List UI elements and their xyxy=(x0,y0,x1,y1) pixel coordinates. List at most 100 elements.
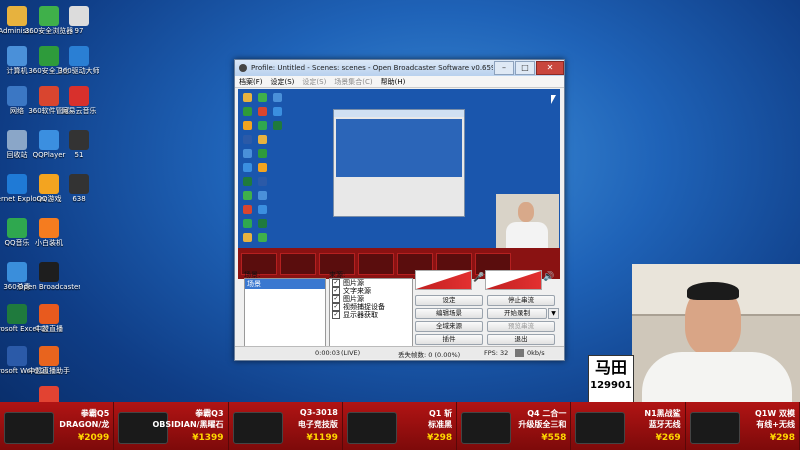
joystick-icon xyxy=(689,412,740,444)
ticker-product-name: 拳霸Q5 xyxy=(80,409,110,418)
menu-settings[interactable]: 设定(S) xyxy=(271,77,295,87)
nested-obs-window xyxy=(333,109,465,217)
product-ticker: 拳霸Q5 DRAGON/龙 ¥2099 拳霸Q3 OBSIDIAN/黑曜石 ¥1399 Q3… xyxy=(0,402,800,450)
obs-titlebar[interactable]: Profile: Untitled - Scenes: scenes - Ope… xyxy=(235,60,564,76)
edit-scene-button[interactable]: 编辑场景 xyxy=(415,308,483,319)
preview-desktop-icon xyxy=(243,121,252,130)
microphone-icon[interactable]: 🎤 xyxy=(473,273,484,283)
desktop-icon-label: Open Broadcaster... xyxy=(18,283,80,291)
app-icon xyxy=(39,262,59,282)
desktop-icon[interactable]: 中盟直播 xyxy=(18,304,80,333)
menu-scene-collection[interactable]: 场景集合(C) xyxy=(334,77,372,87)
desktop-icon-label: 638 xyxy=(72,195,86,203)
app-icon xyxy=(39,218,59,238)
joystick-icon xyxy=(4,412,54,444)
ticker-product-subtitle: DRAGON/龙 xyxy=(59,420,110,429)
menu-settings-2[interactable]: 设定(S) xyxy=(302,77,326,87)
obs-title: Profile: Untitled - Scenes: scenes - Ope… xyxy=(251,64,493,72)
desktop-icon[interactable]: 小白装机 xyxy=(18,218,80,247)
menu-help[interactable]: 帮助(H) xyxy=(381,77,406,87)
scene-list[interactable]: 场景 xyxy=(244,278,326,350)
ticker-product-subtitle: 标准黑 xyxy=(428,420,453,429)
ticker-product-subtitle: OBSIDIAN/黑曜石 xyxy=(152,420,224,429)
preview-webcam xyxy=(496,194,559,249)
maximize-button[interactable]: □ xyxy=(515,61,535,75)
start-record-button[interactable]: 开始录制 xyxy=(487,308,547,319)
desktop-icon[interactable]: 97 xyxy=(48,6,110,35)
preview-desktop-icon xyxy=(243,135,252,144)
desktop-icon[interactable]: 网易云音乐 xyxy=(48,86,110,115)
preview-stream-button[interactable]: 预览串流 xyxy=(487,321,555,332)
ticker-product-name: 拳霸Q3 xyxy=(195,409,224,418)
obs-statusbar: 0:00:03 (LIVE) 丢失帧数: 0 (0.00%) FPS: 32 0… xyxy=(235,346,564,359)
ticker-product-price: ¥2099 xyxy=(77,433,110,443)
joystick-icon xyxy=(575,412,626,444)
desktop-volume-meter[interactable] xyxy=(415,270,472,290)
channel-logo-text: 马田 xyxy=(594,358,627,377)
stream-preview xyxy=(238,89,560,279)
ticker-product-price: ¥298 xyxy=(769,433,795,443)
ticker-product-price: ¥558 xyxy=(541,433,567,443)
ticker-product-name: Q1 斩 xyxy=(428,409,453,418)
source-list[interactable]: ✓ 图片源 ✓ 文字来源 ✓ 图片源 ✓ 视频捕捉设备 ✓ 显示器获取 xyxy=(329,278,413,350)
ticker-product-name: Q3-3018 xyxy=(299,408,338,417)
obs-menubar: 档案(F) 设定(S) 设定(S) 场景集合(C) 帮助(H) xyxy=(235,76,564,88)
preview-desktop-icon xyxy=(258,233,267,242)
desktop-icon[interactable]: 638 xyxy=(48,174,110,203)
ticker-product: Q4 二合一 升级版全三和 ¥558 xyxy=(457,402,572,450)
scene-item[interactable]: 场景 xyxy=(245,279,325,289)
desktop-icon[interactable]: Open Broadcaster... xyxy=(18,262,80,291)
ticker-product-price: ¥1399 xyxy=(192,433,224,443)
ticker-product-subtitle: 蓝牙无线 xyxy=(648,420,681,429)
app-icon xyxy=(39,304,59,324)
source-checkbox[interactable]: ✓ xyxy=(332,303,340,311)
app-icon xyxy=(69,174,89,194)
desktop-icon-label: 中盟直播 xyxy=(35,325,63,333)
minimize-button[interactable]: – xyxy=(494,61,514,75)
preview-desktop-icon xyxy=(243,93,252,102)
preview-desktop-icon xyxy=(273,93,282,102)
source-checkbox[interactable]: ✓ xyxy=(332,295,340,303)
close-button[interactable]: ✕ xyxy=(536,61,564,75)
speaker-icon[interactable]: 🔊 xyxy=(543,272,554,282)
record-dropdown-icon[interactable]: ▼ xyxy=(548,308,559,319)
ticker-product-subtitle: 电子竞技版 xyxy=(297,420,338,429)
preview-desktop-icon xyxy=(258,121,267,130)
preview-ticker-item xyxy=(358,252,394,275)
webcam-overlay xyxy=(632,264,800,402)
bitrate-indicator-icon xyxy=(515,349,524,357)
ticker-product-name: N1黑战鲨 xyxy=(644,409,681,418)
desktop-icon-label: 360驱动大师 xyxy=(58,67,100,75)
ticker-product-price: ¥298 xyxy=(427,433,453,443)
ticker-product: Q3-3018 电子竞技版 ¥1199 xyxy=(229,402,343,450)
stop-stream-button[interactable]: 停止串流 xyxy=(487,295,555,306)
source-checkbox[interactable]: ✓ xyxy=(332,279,340,287)
global-sources-button[interactable]: 全域来源 xyxy=(415,321,483,332)
preview-desktop-icon xyxy=(258,163,267,172)
preview-desktop-icon xyxy=(243,191,252,200)
ticker-product-subtitle: 升级版全三和 xyxy=(518,420,567,429)
dropped-frames: 丢失帧数: 0 (0.00%) xyxy=(398,351,461,359)
plugins-button[interactable]: 插件 xyxy=(415,334,483,345)
preview-desktop-icon xyxy=(258,177,267,186)
preview-desktop-icon xyxy=(258,191,267,200)
desktop-icon[interactable]: 360驱动大师 xyxy=(48,46,110,75)
preview-desktop-icon xyxy=(243,177,252,186)
desktop-icon[interactable]: 中盟直播助手 xyxy=(18,346,80,375)
settings-button[interactable]: 设定 xyxy=(415,295,483,306)
desktop-icon-label: 小白装机 xyxy=(35,239,63,247)
exit-button[interactable]: 退出 xyxy=(487,334,555,345)
preview-desktop-icon xyxy=(258,93,267,102)
ticker-product-name: Q1W 双模 xyxy=(754,409,795,418)
desktop-icon[interactable]: 51 xyxy=(48,130,110,159)
live-indicator: (LIVE) xyxy=(341,349,361,357)
joystick-icon xyxy=(346,412,397,444)
menu-file[interactable]: 档案(F) xyxy=(239,77,263,87)
mic-volume-meter[interactable] xyxy=(485,270,542,290)
preview-desktop-icon xyxy=(258,219,267,228)
app-icon xyxy=(69,86,89,106)
preview-desktop-icon xyxy=(273,107,282,116)
source-item[interactable]: ✓ 显示器获取 xyxy=(330,311,412,319)
source-checkbox[interactable]: ✓ xyxy=(332,287,340,295)
source-checkbox[interactable]: ✓ xyxy=(332,311,340,319)
